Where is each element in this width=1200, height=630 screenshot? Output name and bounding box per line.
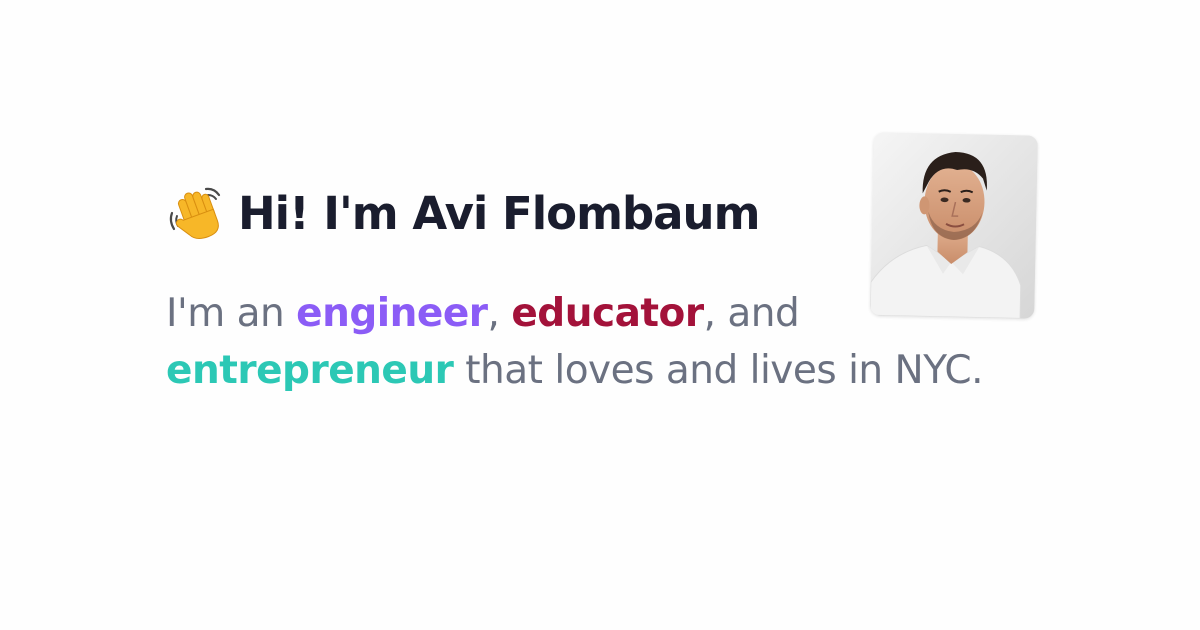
profile-photo-icon bbox=[870, 132, 1038, 319]
avatar bbox=[870, 132, 1038, 319]
intro-suffix: that loves and lives in NYC. bbox=[453, 348, 984, 393]
intro-separator-2: , and bbox=[703, 291, 800, 336]
waving-hand-icon bbox=[166, 183, 226, 243]
title-text: Hi! I'm Avi Flombaum bbox=[238, 186, 760, 240]
intro-separator-1: , bbox=[487, 291, 512, 336]
intro-line-2: entrepreneur that loves and lives in NYC… bbox=[166, 342, 1106, 399]
highlight-entrepreneur: entrepreneur bbox=[166, 348, 454, 393]
hero-section: Hi! I'm Avi Flombaum I'm an engineer, ed… bbox=[0, 0, 1200, 630]
intro-prefix: I'm an bbox=[166, 291, 297, 336]
highlight-educator: educator bbox=[511, 291, 704, 336]
page-title: Hi! I'm Avi Flombaum bbox=[166, 178, 760, 248]
highlight-engineer: engineer bbox=[296, 291, 488, 336]
